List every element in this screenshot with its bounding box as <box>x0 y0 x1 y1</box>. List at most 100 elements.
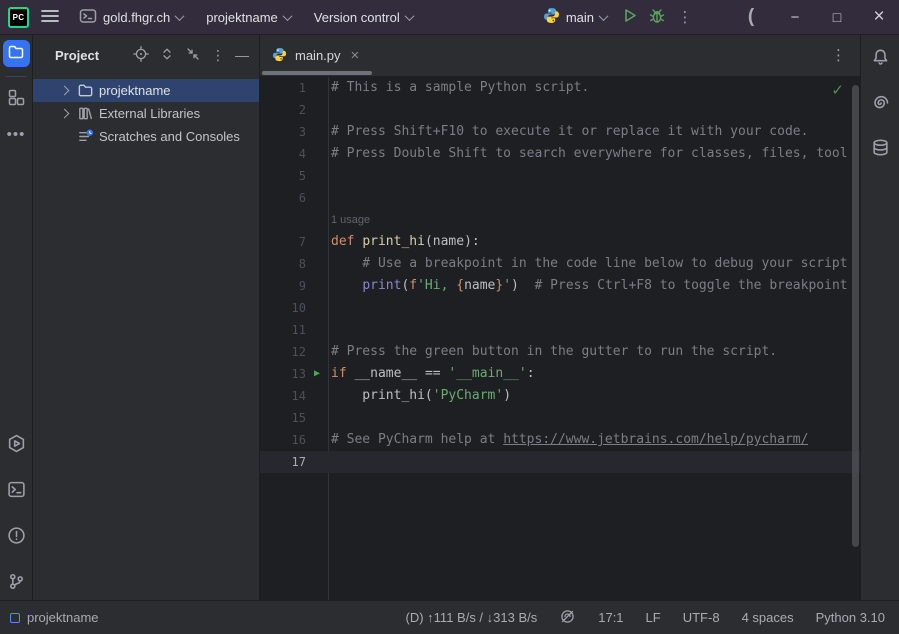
kebab-icon: ⋮ <box>678 10 693 25</box>
gutter-spacer <box>306 297 328 319</box>
line-number: 5 <box>260 165 306 187</box>
code-text: def print_hi(name): <box>328 231 480 253</box>
gutter-spacer <box>306 121 328 143</box>
tree-item-label: External Libraries <box>99 106 200 121</box>
interpreter-widget[interactable]: Python 3.10 <box>816 610 885 625</box>
hide-panel-icon[interactable]: — <box>235 47 249 63</box>
caret-position-widget[interactable]: 17:1 <box>598 610 623 625</box>
code-line[interactable]: 1# This is a sample Python script. <box>260 77 860 99</box>
notifications-tool-button[interactable] <box>867 45 894 72</box>
line-number: 2 <box>260 99 306 121</box>
line-number: 13 <box>260 363 306 385</box>
indent-widget[interactable]: 4 spaces <box>742 610 794 625</box>
tab-close-icon[interactable]: × <box>351 47 360 64</box>
structure-tool-button[interactable] <box>3 85 30 112</box>
gutter-spacer <box>306 451 328 473</box>
project-name-label: projektname <box>206 10 278 25</box>
line-number: 16 <box>260 429 306 451</box>
code-lines: 1# This is a sample Python script.23# Pr… <box>260 77 860 473</box>
code-text <box>328 451 331 473</box>
run-config-widget[interactable]: main <box>535 3 615 31</box>
code-line[interactable]: 7def print_hi(name): <box>260 231 860 253</box>
vcs-widget[interactable]: Version control <box>306 3 421 31</box>
version-control-tool-button[interactable] <box>3 569 30 596</box>
inlay-hint-row[interactable]: 1 usage <box>260 209 860 231</box>
project-widget-icon <box>10 613 20 623</box>
code-line[interactable]: 9 print(f'Hi, {name}') # Press Ctrl+F8 t… <box>260 275 860 297</box>
ellipsis-icon: ••• <box>7 126 26 143</box>
tree-item-projektname[interactable]: projektname <box>33 79 259 102</box>
code-line[interactable]: 15 <box>260 407 860 429</box>
hamburger-icon <box>41 9 59 26</box>
line-ending-widget[interactable]: LF <box>646 610 661 625</box>
modules-icon <box>7 88 25 109</box>
tab-label: main.py <box>295 48 341 63</box>
more-actions-button[interactable]: ⋮ <box>671 3 699 31</box>
terminal-tool-button[interactable] <box>3 477 30 504</box>
python-file-icon <box>272 47 287 65</box>
usage-inlay-hint[interactable]: 1 usage <box>331 214 370 226</box>
network-speed-widget[interactable]: (D) ↑111 B/s / ↓313 B/s <box>406 610 538 625</box>
pycharm-logo-text: PC <box>13 13 25 22</box>
more-tools-button[interactable]: ••• <box>3 121 30 148</box>
run-config-label: main <box>566 10 594 25</box>
code-text <box>328 407 331 429</box>
tree-item-scratches[interactable]: Scratches and Consoles <box>33 125 259 148</box>
main-menu-button[interactable] <box>36 3 64 31</box>
code-line[interactable]: 4# Press Double Shift to search everywhe… <box>260 143 860 165</box>
services-tool-button[interactable] <box>3 431 30 458</box>
code-area[interactable]: 1# This is a sample Python script.23# Pr… <box>260 77 860 600</box>
main-area: ••• <box>0 35 899 600</box>
gutter-spacer <box>306 341 328 363</box>
debug-button[interactable] <box>643 3 671 31</box>
problems-tool-button[interactable] <box>3 523 30 550</box>
gutter-spacer <box>306 143 328 165</box>
code-text <box>328 187 331 209</box>
project-panel-header: Project ⋮ — <box>33 35 259 75</box>
chevron-right-icon[interactable] <box>57 87 71 94</box>
project-widget[interactable]: projektname <box>198 3 299 31</box>
vcs-label: Version control <box>314 10 400 25</box>
code-line[interactable]: 14 print_hi('PyCharm') <box>260 385 860 407</box>
line-number <box>260 209 306 231</box>
locate-file-icon[interactable] <box>133 46 149 65</box>
code-line[interactable]: 16# See PyCharm help at https://www.jetb… <box>260 429 860 451</box>
code-text: if __name__ == '__main__': <box>328 363 535 385</box>
expand-collapse-icon[interactable] <box>159 46 175 65</box>
tree-item-label: projektname <box>99 83 171 98</box>
chevron-right-icon[interactable] <box>57 110 71 117</box>
code-text: # Press Shift+F10 to execute it or repla… <box>328 121 808 143</box>
close-button[interactable]: × <box>865 3 893 31</box>
code-line[interactable]: 17 <box>260 451 860 473</box>
database-tool-button[interactable] <box>867 135 894 162</box>
code-line[interactable]: 3# Press Shift+F10 to execute it or repl… <box>260 121 860 143</box>
code-line[interactable]: 8 # Use a breakpoint in the code line be… <box>260 253 860 275</box>
code-line[interactable]: 2 <box>260 99 860 121</box>
remote-host-widget[interactable]: gold.fhgr.ch <box>71 3 191 31</box>
run-button[interactable] <box>615 3 643 31</box>
code-line[interactable]: 10 <box>260 297 860 319</box>
code-line[interactable]: 11 <box>260 319 860 341</box>
code-line[interactable]: 5 <box>260 165 860 187</box>
gutter-run-icon[interactable]: ▶ <box>306 363 328 385</box>
titlebar: PC gold.fhgr.ch projektname Version cont… <box>0 0 899 35</box>
project-tool-button[interactable] <box>3 40 30 67</box>
highlighting-level-icon[interactable] <box>559 608 576 628</box>
code-line[interactable]: 13▶if __name__ == '__main__': <box>260 363 860 385</box>
panel-options-icon[interactable]: ⋮ <box>211 48 225 62</box>
collapse-all-icon[interactable] <box>185 46 201 65</box>
tree-item-external-libraries[interactable]: External Libraries <box>33 102 259 125</box>
inspection-ok-icon[interactable]: ✓ <box>831 81 844 99</box>
code-line[interactable]: 6 <box>260 187 860 209</box>
ai-assistant-tool-button[interactable] <box>867 90 894 117</box>
tab-options-icon[interactable]: ⋮ <box>831 48 846 63</box>
crescent-icon[interactable]: ( <box>737 3 765 31</box>
minimize-button[interactable]: − <box>781 3 809 31</box>
vertical-scrollbar[interactable] <box>852 85 859 547</box>
statusbar-project-widget[interactable]: projektname <box>0 610 99 625</box>
maximize-button[interactable]: □ <box>823 3 851 31</box>
tab-main-py[interactable]: main.py × <box>260 35 369 76</box>
code-line[interactable]: 12# Press the green button in the gutter… <box>260 341 860 363</box>
encoding-widget[interactable]: UTF-8 <box>683 610 720 625</box>
folder-icon <box>76 82 94 100</box>
